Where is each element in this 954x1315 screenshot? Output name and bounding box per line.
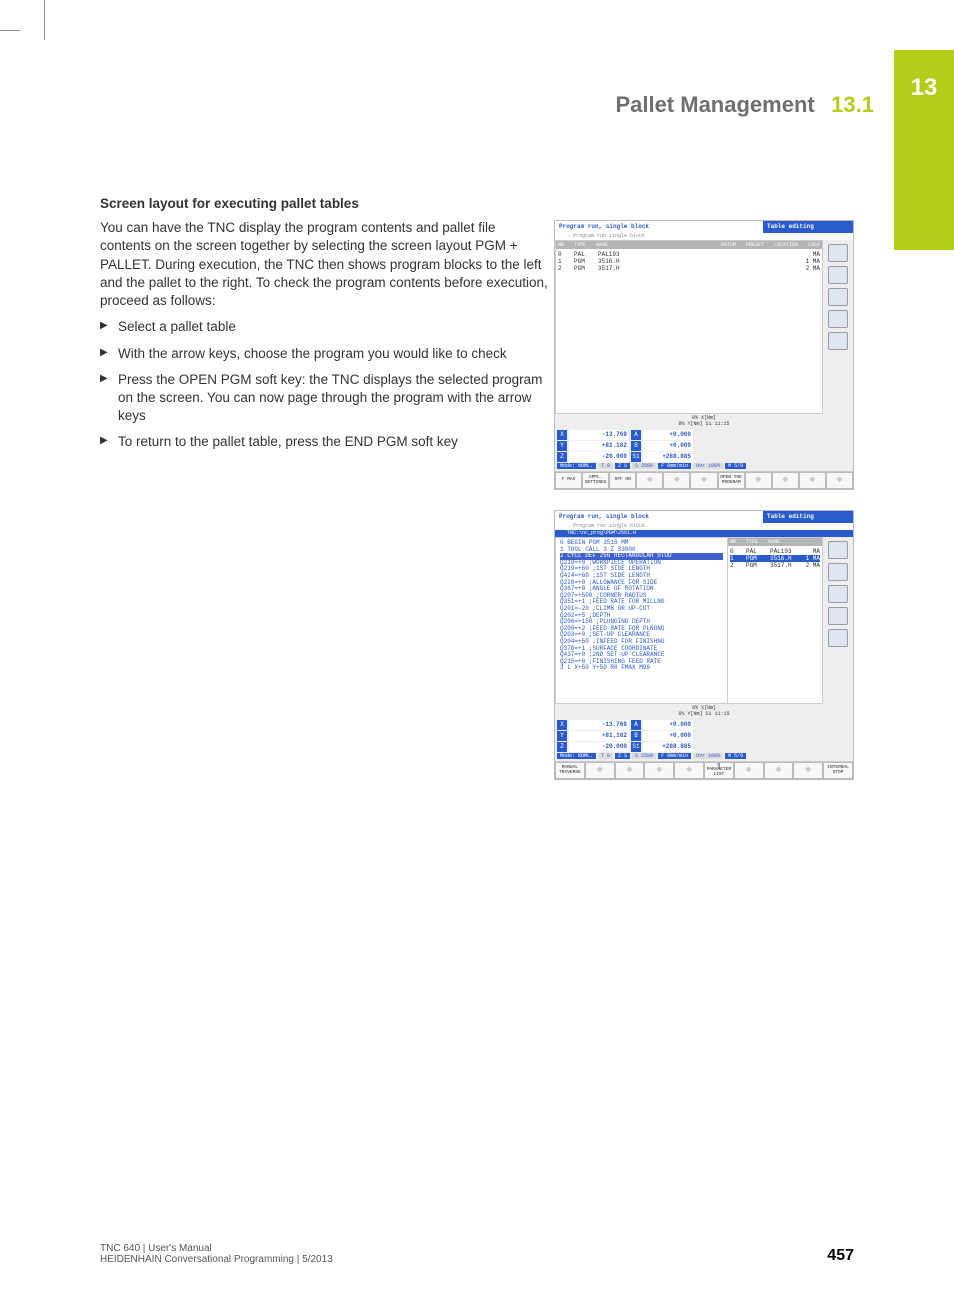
header-title: Pallet Management xyxy=(615,92,814,117)
section-heading: Screen layout for executing pallet table… xyxy=(100,195,550,213)
softkey[interactable] xyxy=(690,472,717,489)
fig2-side-icons xyxy=(823,537,853,704)
fig1-axes: X-13.769A+0.000Y+81.182B+0.000Z-20.000S1… xyxy=(555,428,853,471)
side-icon xyxy=(828,288,848,306)
fig2-axes: X-13.769A+0.000Y+81.182B+0.000Z-20.000S1… xyxy=(555,718,853,761)
fig1-table-header: NR TYPE NAME DATUM PRESET LOCATION LOCK xyxy=(556,241,822,249)
softkey[interactable] xyxy=(636,472,663,489)
softkey[interactable] xyxy=(585,762,615,779)
side-icon xyxy=(828,310,848,328)
fig2-subtitle: → Program run single block xyxy=(555,523,853,530)
fig2-status: 0% X[Nm] 0% Y[Nm] S1 11:15 xyxy=(555,704,853,718)
bullet-list: Select a pallet table With the arrow key… xyxy=(100,318,550,451)
screenshot-figure-1: Program run, single block Table editing … xyxy=(554,220,854,490)
fig1-table-rows: 0PALPAL193 MA1PGM3516.H1 MA2PGM3517.H2 M… xyxy=(556,249,822,274)
softkey[interactable] xyxy=(745,472,772,489)
softkey[interactable]: F MAX xyxy=(555,472,582,489)
fig2-code: 0 BEGIN PGM 3516 MM1 TOOL CALL 3 Z S3000… xyxy=(556,538,727,674)
bullet-item: Press the OPEN PGM soft key: the TNC dis… xyxy=(100,371,550,426)
side-icon xyxy=(828,332,848,350)
softkey[interactable]: APPL. SETTINGS xyxy=(582,472,609,489)
fig1-title-left: Program run, single block xyxy=(555,221,763,233)
fig2-table-rows: 0PALPAL193 MA1PGM3516.H1 MA2PGM3517.H2 M… xyxy=(728,546,822,571)
softkey[interactable] xyxy=(799,472,826,489)
bullet-item: With the arrow keys, choose the program … xyxy=(100,345,550,363)
crop-marks xyxy=(0,0,954,60)
body-content: Screen layout for executing pallet table… xyxy=(100,195,550,460)
softkey[interactable]: MANUAL TRAVERSE xyxy=(555,762,585,779)
softkey[interactable] xyxy=(826,472,853,489)
side-icon xyxy=(828,266,848,284)
page-header: Pallet Management 13.1 xyxy=(0,92,894,118)
figures: Program run, single block Table editing … xyxy=(554,220,854,800)
fig1-subtitle: → Program run single block xyxy=(555,233,853,240)
softkey[interactable]: INTERNAL STOP xyxy=(823,762,853,779)
fig1-title-right: Table editing xyxy=(763,221,853,233)
softkey[interactable] xyxy=(663,472,690,489)
side-icon xyxy=(828,629,848,647)
fig2-path: TNC:\nc_prog\PGM\2561.H xyxy=(555,530,853,537)
page-footer: TNC 640 | User's Manual HEIDENHAIN Conve… xyxy=(100,1243,854,1265)
softkey[interactable] xyxy=(644,762,674,779)
side-icon xyxy=(828,244,848,262)
softkey[interactable]: OFF ON xyxy=(609,472,636,489)
page-number: 457 xyxy=(827,1247,854,1265)
bullet-item: To return to the pallet table, press the… xyxy=(100,433,550,451)
screenshot-figure-2: Program run, single block Table editing … xyxy=(554,510,854,780)
softkey[interactable] xyxy=(674,762,704,779)
header-section: 13.1 xyxy=(831,92,874,117)
fig2-main-pane: 0 BEGIN PGM 3516 MM1 TOOL CALL 3 Z S3000… xyxy=(555,537,823,704)
softkey[interactable]: OPEN THE PROGRAM xyxy=(718,472,745,489)
side-icon xyxy=(828,607,848,625)
fig2-table-header: NR TYPE NAME xyxy=(728,538,822,546)
softkey[interactable] xyxy=(793,762,823,779)
fig1-side-icons xyxy=(823,240,853,414)
softkey[interactable] xyxy=(772,472,799,489)
side-icon xyxy=(828,563,848,581)
fig1-softkeys: F MAXAPPL. SETTINGSOFF ON OPEN THE PROGRA… xyxy=(555,471,853,489)
softkey[interactable] xyxy=(764,762,794,779)
softkey[interactable] xyxy=(615,762,645,779)
bullet-item: Select a pallet table xyxy=(100,318,550,336)
fig2-softkeys: MANUAL TRAVERSE Q PARAMETER LIST INTERNAL … xyxy=(555,761,853,779)
softkey[interactable] xyxy=(734,762,764,779)
section-paragraph: You can have the TNC display the program… xyxy=(100,219,550,310)
softkey[interactable]: Q PARAMETER LIST xyxy=(704,762,734,779)
side-icon xyxy=(828,541,848,559)
footer-text: TNC 640 | User's Manual HEIDENHAIN Conve… xyxy=(100,1243,333,1265)
side-icon xyxy=(828,585,848,603)
fig2-title-right: Table editing xyxy=(763,511,853,523)
chapter-tab: 13 xyxy=(894,50,954,250)
fig1-status: 0% X[Nm] 0% Y[Nm] S1 11:15 xyxy=(555,414,853,428)
fig2-title-left: Program run, single block xyxy=(555,511,763,523)
fig1-main-pane: NR TYPE NAME DATUM PRESET LOCATION LOCK … xyxy=(555,240,823,414)
